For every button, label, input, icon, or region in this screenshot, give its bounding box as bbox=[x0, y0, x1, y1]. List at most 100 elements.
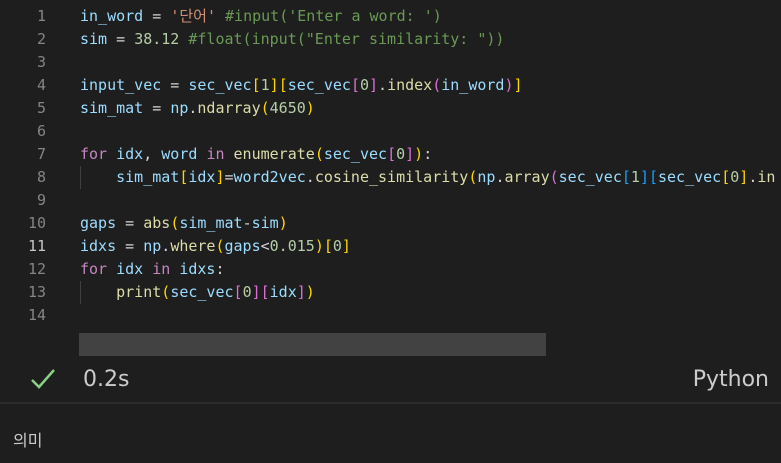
code-token: ] bbox=[251, 283, 261, 301]
cell-status-bar: 0.2s Python bbox=[0, 357, 781, 404]
code-token: [ bbox=[323, 237, 333, 255]
code-line[interactable]: 3 bbox=[0, 51, 781, 74]
code-token: #input('Enter a word: ') bbox=[225, 7, 442, 25]
code-token: ) bbox=[314, 237, 324, 255]
code-token: in_word bbox=[80, 7, 144, 25]
code-token: ) bbox=[278, 214, 288, 232]
code-token: #float(input("Enter similarity: ")) bbox=[188, 30, 505, 48]
code-line[interactable]: 7 for idx, word in enumerate(sec_vec[0]): bbox=[0, 143, 781, 166]
code-token: in bbox=[152, 260, 171, 278]
code-token: 1 bbox=[260, 76, 270, 94]
code-line[interactable]: 5 sim_mat = np.ndarray(4650) bbox=[0, 97, 781, 120]
code-token: for bbox=[80, 260, 108, 278]
code-token: idx bbox=[116, 145, 144, 163]
code-token: ( bbox=[549, 168, 559, 186]
code-token: gaps bbox=[80, 214, 117, 232]
code-text: gaps = abs(sim_mat-sim) bbox=[80, 212, 288, 235]
code-token: sec_vec bbox=[658, 168, 722, 186]
code-token: ) bbox=[305, 283, 315, 301]
code-line[interactable]: 8 sim_mat[idx]=word2vec.cosine_similarit… bbox=[0, 166, 781, 189]
code-token: = bbox=[116, 214, 144, 232]
line-number: 5 bbox=[36, 99, 46, 117]
code-token: . bbox=[378, 76, 388, 94]
code-token: sec_vec bbox=[323, 145, 388, 163]
code-token: [ bbox=[721, 168, 731, 186]
code-token: [ bbox=[621, 168, 631, 186]
code-token: idxs bbox=[80, 237, 117, 255]
code-line[interactable]: 12 for idx in idxs: bbox=[0, 258, 781, 281]
code-token: . bbox=[748, 168, 758, 186]
code-token: = bbox=[224, 168, 234, 186]
code-line[interactable]: 10 gaps = abs(sim_mat-sim) bbox=[0, 212, 781, 235]
code-token: where bbox=[170, 237, 216, 255]
code-token: 0.015 bbox=[269, 237, 315, 255]
code-token: gaps bbox=[224, 237, 261, 255]
code-token: in bbox=[206, 145, 225, 163]
code-token: ] bbox=[269, 76, 279, 94]
code-token: np bbox=[170, 99, 189, 117]
code-token: idx bbox=[116, 260, 144, 278]
code-editor[interactable]: 1 in_word = '단어' #input('Enter a word: ')… bbox=[0, 0, 781, 357]
code-token: ] bbox=[739, 168, 749, 186]
code-line[interactable]: 14 bbox=[0, 304, 781, 327]
code-line[interactable]: 1 in_word = '단어' #input('Enter a word: ') bbox=[0, 5, 781, 28]
code-token: - bbox=[242, 214, 252, 232]
line-number: 9 bbox=[36, 191, 46, 209]
code-line[interactable]: 11 idxs = np.where(gaps<0.015)[0] bbox=[0, 235, 781, 258]
code-token: in bbox=[757, 168, 776, 186]
code-token: sim_mat bbox=[179, 214, 243, 232]
code-line[interactable]: 4 input_vec = sec_vec[1][sec_vec[0].index… bbox=[0, 74, 781, 97]
code-token: word2vec bbox=[233, 168, 306, 186]
line-number: 14 bbox=[27, 306, 46, 324]
code-token: = bbox=[143, 99, 171, 117]
code-token: ] bbox=[405, 145, 415, 163]
code-line[interactable]: 9 bbox=[0, 189, 781, 212]
line-number: 10 bbox=[27, 214, 46, 232]
code-token: enumerate bbox=[233, 145, 315, 163]
language-label[interactable]: Python bbox=[693, 366, 769, 394]
line-number: 11 bbox=[27, 237, 46, 255]
code-token: ( bbox=[260, 99, 270, 117]
code-token: = bbox=[107, 30, 135, 48]
code-token: ( bbox=[215, 237, 225, 255]
line-number: 1 bbox=[36, 7, 46, 25]
code-token: print bbox=[116, 283, 162, 301]
code-token: index bbox=[387, 76, 433, 94]
code-token: = bbox=[161, 76, 189, 94]
code-token: ) bbox=[504, 76, 514, 94]
code-token: sim_mat bbox=[80, 99, 144, 117]
code-token: [ bbox=[387, 145, 397, 163]
code-token: ] bbox=[369, 76, 379, 94]
code-token: np bbox=[143, 237, 162, 255]
code-token: '단어' bbox=[170, 7, 216, 25]
execution-time: 0.2s bbox=[83, 367, 130, 392]
code-line[interactable]: 6 bbox=[0, 120, 781, 143]
code-line[interactable]: 13 print(sec_vec[0][idx]) bbox=[0, 281, 781, 304]
code-token: ] bbox=[639, 168, 649, 186]
line-number: 8 bbox=[36, 168, 46, 186]
code-token: 1 bbox=[630, 168, 640, 186]
code-token: 0 bbox=[332, 237, 342, 255]
code-token: ] bbox=[513, 76, 523, 94]
code-token: sim bbox=[251, 214, 279, 232]
horizontal-scrollbar[interactable] bbox=[79, 333, 546, 356]
code-line[interactable]: 2 sim = 38.12 #float(input("Enter similar… bbox=[0, 28, 781, 51]
code-token: [ bbox=[648, 168, 658, 186]
code-token: for bbox=[80, 145, 108, 163]
code-token: ] bbox=[296, 283, 306, 301]
code-token: < bbox=[260, 237, 270, 255]
code-token: ( bbox=[161, 283, 171, 301]
output-text: 의미 bbox=[13, 431, 43, 450]
code-token: in_word bbox=[441, 76, 505, 94]
code-token: [ bbox=[350, 76, 360, 94]
code-text: for idx, word in enumerate(sec_vec[0]): bbox=[80, 143, 432, 166]
code-text: idxs = np.where(gaps<0.015)[0] bbox=[80, 235, 351, 258]
code-token: [ bbox=[233, 283, 243, 301]
code-token: ] bbox=[215, 168, 225, 186]
code-token: idxs bbox=[179, 260, 216, 278]
line-number: 12 bbox=[27, 260, 46, 278]
